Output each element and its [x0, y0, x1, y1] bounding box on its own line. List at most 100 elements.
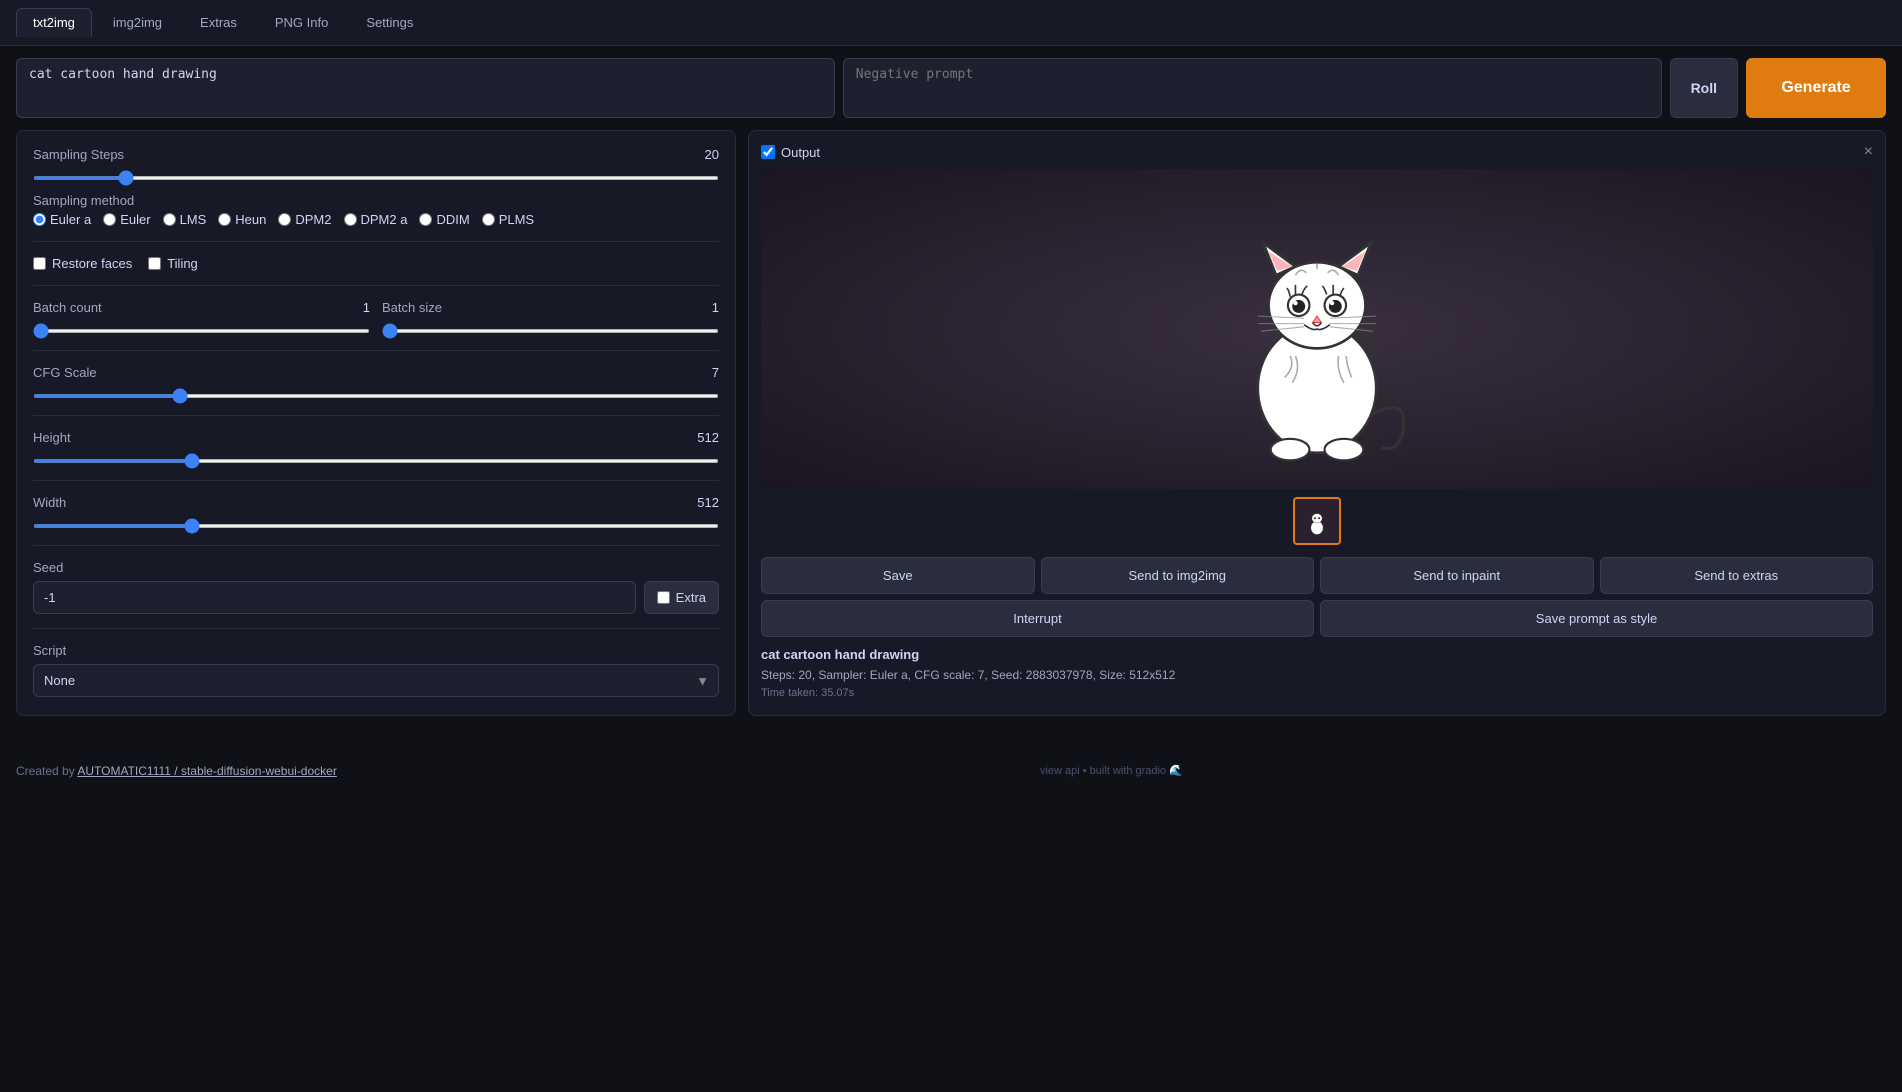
- right-panel: Output ×: [748, 130, 1886, 716]
- height-value: 512: [697, 430, 719, 445]
- tab-img2img[interactable]: img2img: [96, 8, 179, 37]
- image-info: cat cartoon hand drawing Steps: 20, Samp…: [761, 645, 1873, 703]
- footer-link[interactable]: AUTOMATIC1111 / stable-diffusion-webui-d…: [77, 764, 336, 778]
- width-label: Width: [33, 495, 66, 510]
- negative-prompt-input[interactable]: [843, 58, 1662, 118]
- thumbnail-row: [761, 497, 1873, 545]
- script-select[interactable]: None: [33, 664, 719, 697]
- dpm2-label: DPM2: [295, 212, 331, 227]
- sampling-method-options: Euler a Euler LMS Heun DPM2: [33, 212, 719, 227]
- radio-lms[interactable]: LMS: [163, 212, 207, 227]
- plms-label: PLMS: [499, 212, 534, 227]
- batch-count-label-row: Batch count 1: [33, 300, 370, 315]
- cfg-scale-label-row: CFG Scale 7: [33, 365, 719, 380]
- image-display: [761, 169, 1873, 489]
- script-section: Script None ▼: [33, 643, 719, 697]
- output-checkbox[interactable]: [761, 145, 775, 159]
- batch-size-col: Batch size 1: [382, 300, 719, 336]
- tiling-checkbox[interactable]: [148, 257, 161, 270]
- height-label-row: Height 512: [33, 430, 719, 445]
- radio-dpm2[interactable]: DPM2: [278, 212, 331, 227]
- batch-count-label: Batch count: [33, 300, 102, 315]
- batch-size-label-row: Batch size 1: [382, 300, 719, 315]
- positive-prompt-input[interactable]: cat cartoon hand drawing: [16, 58, 835, 118]
- radio-euler-a[interactable]: Euler a: [33, 212, 91, 227]
- action-buttons-row1: Save Send to img2img Send to inpaint Sen…: [761, 557, 1873, 594]
- extra-label: Extra: [676, 590, 706, 605]
- cfg-scale-slider[interactable]: [33, 394, 719, 398]
- tab-extras[interactable]: Extras: [183, 8, 254, 37]
- footer: Created by AUTOMATIC1111 / stable-diffus…: [0, 752, 1902, 790]
- created-by-text: Created by: [16, 764, 77, 778]
- extra-checkbox[interactable]: [657, 591, 670, 604]
- image-thumbnail[interactable]: [1293, 497, 1341, 545]
- height-label: Height: [33, 430, 71, 445]
- width-value: 512: [697, 495, 719, 510]
- send-img2img-button[interactable]: Send to img2img: [1041, 557, 1315, 594]
- ddim-label: DDIM: [436, 212, 469, 227]
- send-extras-button[interactable]: Send to extras: [1600, 557, 1874, 594]
- tiling-label: Tiling: [167, 256, 198, 271]
- radio-plms[interactable]: PLMS: [482, 212, 534, 227]
- generate-button[interactable]: Generate: [1746, 58, 1886, 118]
- cat-cartoon-image: [1207, 189, 1427, 469]
- left-panel: Sampling Steps 20 Sampling method Euler …: [16, 130, 736, 716]
- output-label-text: Output: [781, 145, 820, 160]
- tabs-container: txt2img img2img Extras PNG Info Settings: [16, 8, 430, 37]
- radio-heun[interactable]: Heun: [218, 212, 266, 227]
- sampling-steps-value: 20: [705, 147, 719, 162]
- sampling-steps-label-row: Sampling Steps 20: [33, 147, 719, 162]
- seed-label: Seed: [33, 560, 719, 575]
- action-buttons-row2: Interrupt Save prompt as style: [761, 600, 1873, 637]
- batch-size-slider[interactable]: [382, 329, 719, 333]
- roll-button[interactable]: Roll: [1670, 58, 1738, 118]
- prompt-row: cat cartoon hand drawing Roll Generate: [16, 58, 1886, 118]
- sampling-steps-slider[interactable]: [33, 176, 719, 180]
- tab-txt2img[interactable]: txt2img: [16, 8, 92, 37]
- radio-dpm2a[interactable]: DPM2 a: [344, 212, 408, 227]
- lms-label: LMS: [180, 212, 207, 227]
- euler-label: Euler: [120, 212, 150, 227]
- image-params-text: Steps: 20, Sampler: Euler a, CFG scale: …: [761, 666, 1873, 685]
- footer-bottom: view api • built with gradio 🌊: [1040, 764, 1183, 777]
- sampling-steps-label: Sampling Steps: [33, 147, 124, 162]
- script-label: Script: [33, 643, 719, 658]
- seed-input[interactable]: -1: [33, 581, 636, 614]
- euler-a-label: Euler a: [50, 212, 91, 227]
- cfg-scale-label: CFG Scale: [33, 365, 97, 380]
- tab-png-info[interactable]: PNG Info: [258, 8, 345, 37]
- dpm2a-label: DPM2 a: [361, 212, 408, 227]
- radio-ddim[interactable]: DDIM: [419, 212, 469, 227]
- save-style-button[interactable]: Save prompt as style: [1320, 600, 1873, 637]
- height-slider[interactable]: [33, 459, 719, 463]
- footer-credit: Created by AUTOMATIC1111 / stable-diffus…: [16, 764, 337, 778]
- heun-label: Heun: [235, 212, 266, 227]
- output-header: Output ×: [761, 143, 1873, 161]
- restore-faces-option[interactable]: Restore faces: [33, 256, 132, 271]
- save-button[interactable]: Save: [761, 557, 1035, 594]
- tab-bar: txt2img img2img Extras PNG Info Settings: [0, 0, 1902, 46]
- cat-image-container: [761, 169, 1873, 489]
- batch-size-label: Batch size: [382, 300, 442, 315]
- cfg-scale-value: 7: [712, 365, 719, 380]
- batch-section: Batch count 1 Batch size 1: [33, 300, 719, 351]
- width-label-row: Width 512: [33, 495, 719, 510]
- tab-settings[interactable]: Settings: [349, 8, 430, 37]
- main-area: cat cartoon hand drawing Roll Generate S…: [0, 46, 1902, 728]
- image-prompt-text: cat cartoon hand drawing: [761, 645, 1873, 666]
- sampling-method-label: Sampling method: [33, 193, 719, 208]
- send-inpaint-button[interactable]: Send to inpaint: [1320, 557, 1594, 594]
- close-button[interactable]: ×: [1864, 143, 1873, 161]
- seed-section: Seed -1 Extra: [33, 560, 719, 629]
- tiling-option[interactable]: Tiling: [148, 256, 198, 271]
- width-slider[interactable]: [33, 524, 719, 528]
- radio-euler[interactable]: Euler: [103, 212, 150, 227]
- checkboxes-row: Restore faces Tiling: [33, 256, 719, 271]
- cfg-scale-section: CFG Scale 7: [33, 365, 719, 416]
- extra-checkbox-option[interactable]: Extra: [644, 581, 719, 614]
- batch-count-slider[interactable]: [33, 329, 370, 333]
- interrupt-button[interactable]: Interrupt: [761, 600, 1314, 637]
- restore-faces-checkbox[interactable]: [33, 257, 46, 270]
- batch-count-value: 1: [363, 300, 370, 315]
- batch-two-col: Batch count 1 Batch size 1: [33, 300, 719, 336]
